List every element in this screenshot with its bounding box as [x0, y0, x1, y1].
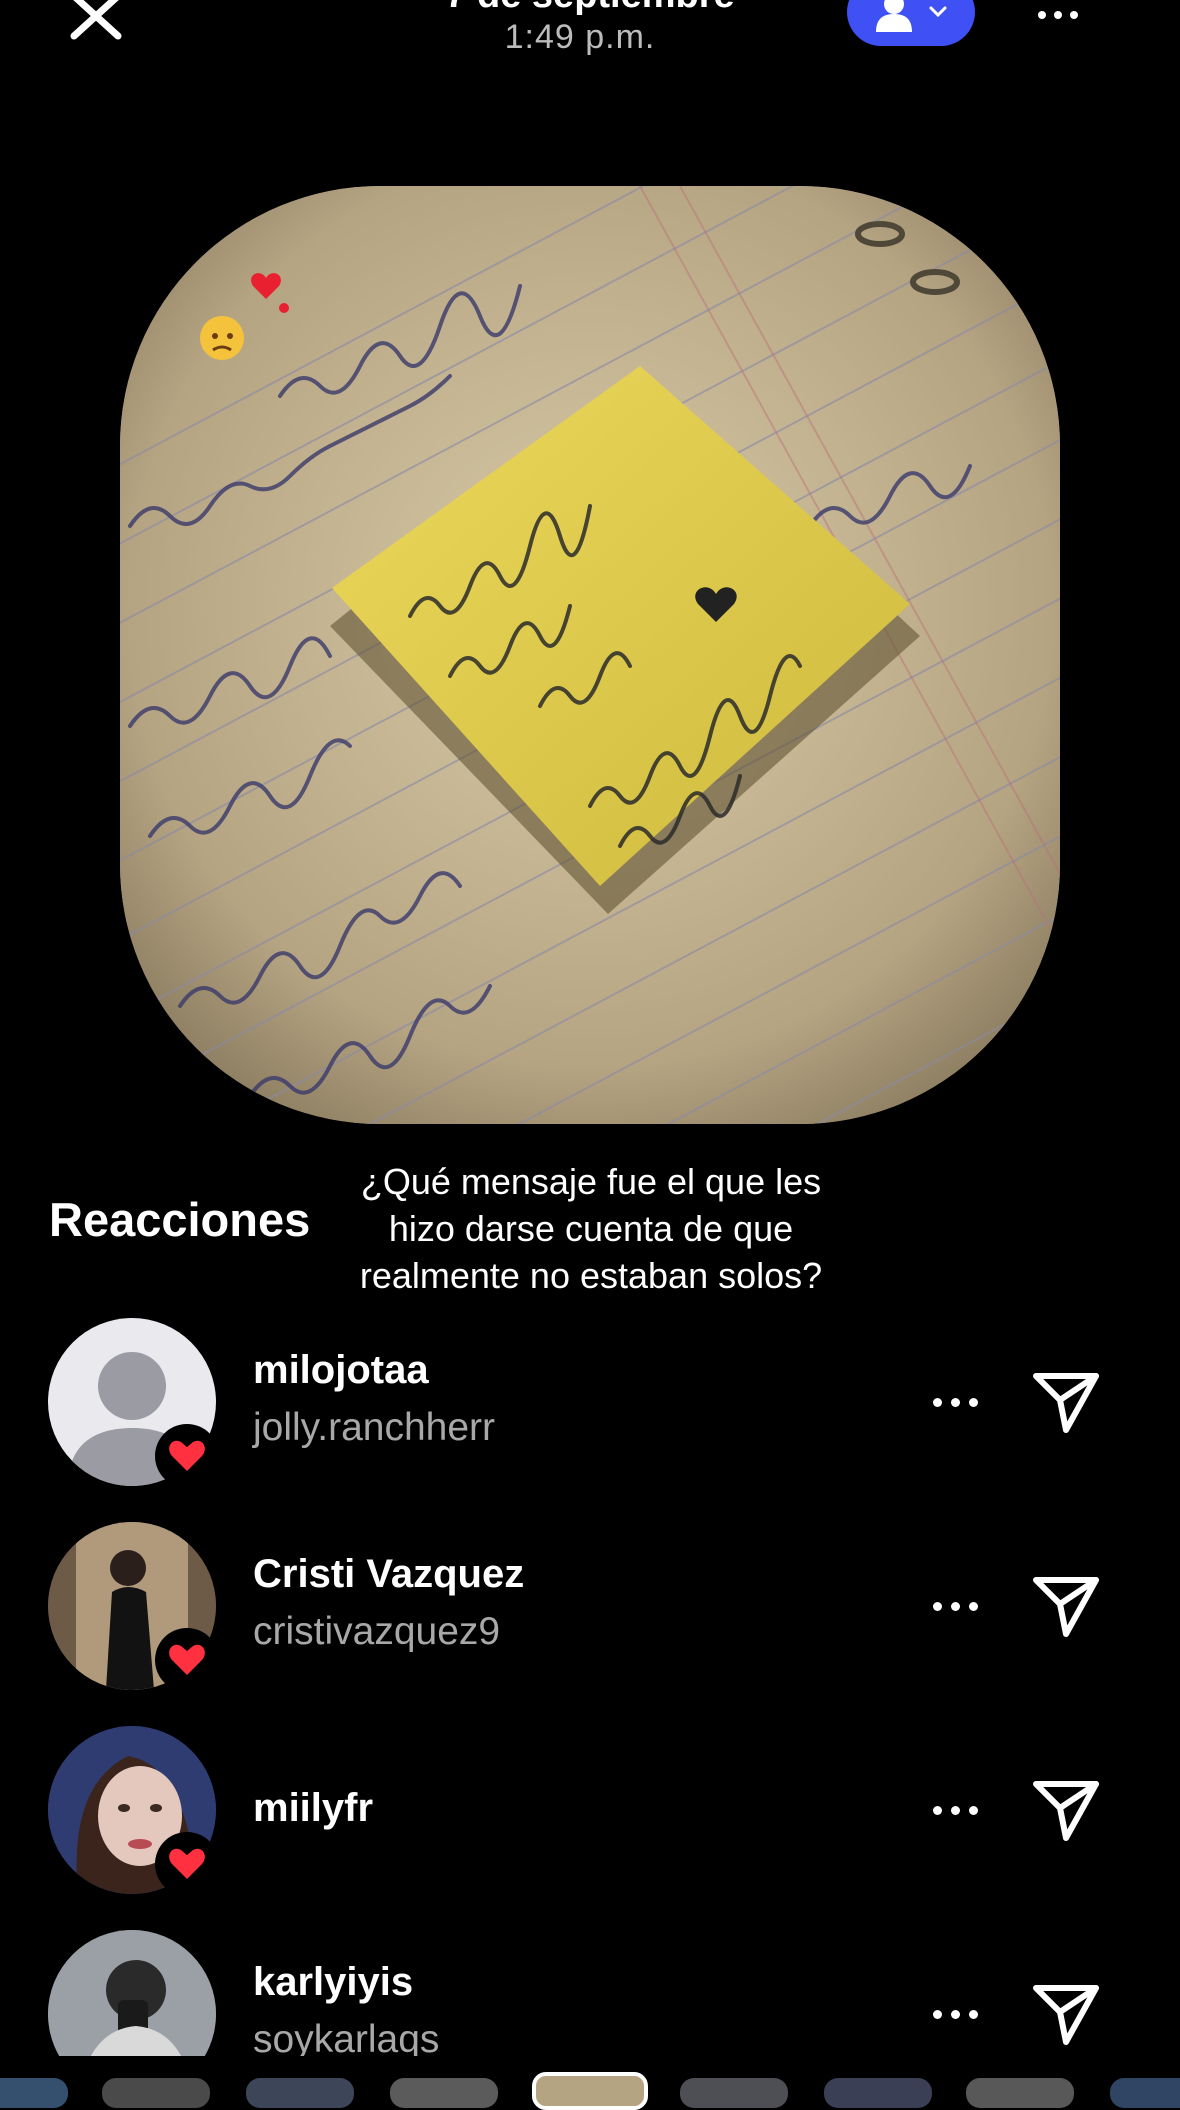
audience-button[interactable]: [847, 0, 975, 46]
send-icon[interactable]: [1030, 1370, 1102, 1436]
more-options-icon[interactable]: [1038, 0, 1094, 30]
story-thumbnail[interactable]: [824, 2078, 932, 2108]
heart-reaction-icon: [155, 1424, 219, 1488]
reaction-row[interactable]: karlyiyis soykarlaqs: [0, 1930, 1180, 2056]
reaction-row[interactable]: milojotaa jolly.ranchherr: [0, 1318, 1180, 1498]
row-more-icon[interactable]: [933, 2007, 985, 2021]
story-question-caption: ¿Qué mensaje fue el que les hizo darse c…: [359, 1161, 823, 1296]
reaction-user-name[interactable]: miilyfr: [253, 1786, 373, 1831]
reaction-user-name[interactable]: karlyiyis: [253, 1960, 413, 2005]
story-thumbnail[interactable]: [966, 2078, 1074, 2108]
reaction-user-handle: soykarlaqs: [253, 2018, 440, 2056]
close-friends-icon: [876, 0, 912, 32]
reaction-user-handle: cristivazquez9: [253, 1610, 501, 1653]
reaction-row[interactable]: miilyfr: [0, 1726, 1180, 1906]
reactions-heading: Reacciones: [49, 1193, 311, 1246]
story-thumbnail[interactable]: [102, 2078, 210, 2108]
send-icon[interactable]: [1030, 1574, 1102, 1640]
heart-reaction-icon: [155, 1832, 219, 1896]
story-photo: [120, 186, 1060, 1124]
story-thumbnail[interactable]: [680, 2078, 788, 2108]
profile-photo: [48, 1930, 216, 2056]
heart-reaction-icon: [155, 1628, 219, 1692]
story-thumbnail[interactable]: [390, 2078, 498, 2108]
row-more-icon[interactable]: [933, 1395, 985, 1409]
reaction-user-name[interactable]: Cristi Vazquez: [253, 1552, 524, 1597]
avatar[interactable]: [48, 1930, 216, 2056]
story-time: 1:49 p.m.: [504, 18, 656, 56]
story-thumbnail-current[interactable]: [532, 2072, 648, 2110]
send-icon[interactable]: [1030, 1778, 1102, 1844]
reaction-user-name[interactable]: milojotaa: [253, 1348, 429, 1393]
chevron-down-icon: [929, 6, 947, 18]
story-date-title: 7 de septiembre: [0, 0, 1180, 17]
story-thumbnail[interactable]: [246, 2078, 354, 2108]
row-more-icon[interactable]: [933, 1803, 985, 1817]
story-thumbnail[interactable]: [1110, 2078, 1180, 2108]
row-more-icon[interactable]: [933, 1599, 985, 1613]
reaction-row[interactable]: Cristi Vazquez cristivazquez9: [0, 1522, 1180, 1702]
reaction-user-handle: jolly.ranchherr: [253, 1406, 496, 1449]
story-thumbnail-strip[interactable]: [0, 2072, 1180, 2110]
sad-emoji-sticker: [200, 316, 244, 360]
send-icon[interactable]: [1030, 1982, 1102, 2048]
story-thumbnail[interactable]: [0, 2078, 68, 2108]
